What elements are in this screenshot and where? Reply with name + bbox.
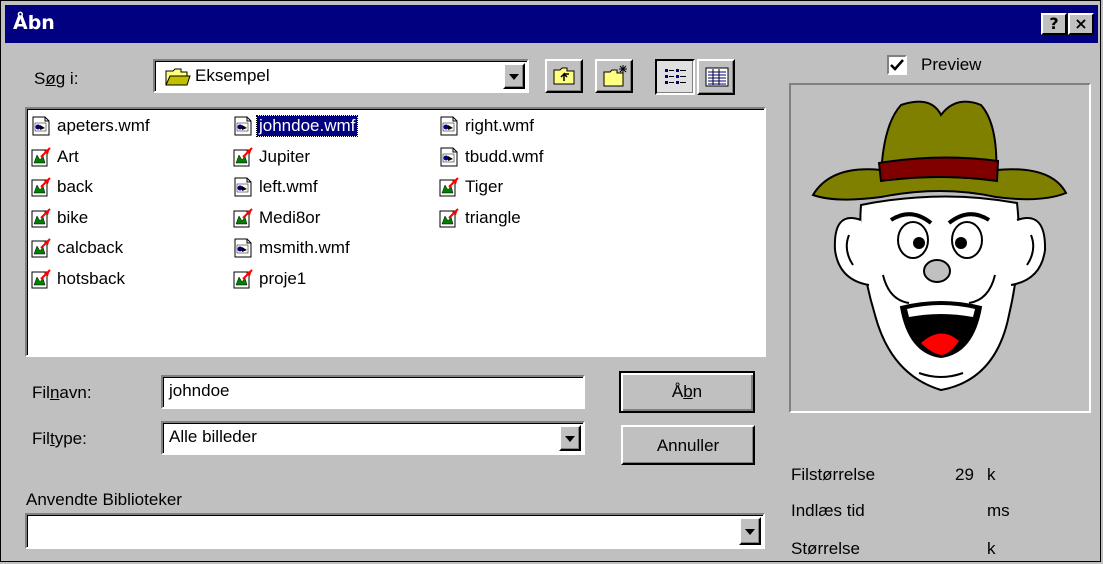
preview-pane [789, 83, 1091, 413]
picture-file-icon [31, 207, 51, 228]
picture-file-icon [31, 238, 51, 258]
picture-file-icon [31, 268, 51, 289]
up-one-level-icon [553, 66, 577, 91]
size-unit: k [987, 539, 996, 558]
wmf-file-icon [233, 116, 253, 136]
file-name: tbudd.wmf [465, 146, 544, 166]
file-list-item[interactable]: hotsback [31, 266, 127, 292]
file-list[interactable]: apeters.wmf Art back bike calcback hotsback jo… [25, 107, 766, 357]
window-title: Åbn [13, 12, 55, 34]
file-name: right.wmf [465, 116, 534, 135]
list-view-icon [664, 67, 688, 92]
new-folder-icon [603, 64, 629, 93]
cancel-button-label: Annuller [656, 436, 720, 455]
picture-file-icon [31, 177, 51, 197]
picture-file-icon [439, 177, 459, 197]
picture-file-icon [233, 146, 253, 167]
filename-label: Filnavn: [32, 383, 92, 402]
filetype-combobox[interactable]: Alle billeder [161, 421, 585, 455]
file-list-item[interactable]: Medi8or [233, 205, 322, 231]
file-name: msmith.wmf [259, 238, 350, 257]
wmf-file-icon [31, 116, 51, 136]
title-bar[interactable]: Åbn ? × [5, 5, 1098, 43]
file-name: hotsback [57, 268, 126, 288]
open-button-label: Åbn [671, 382, 703, 401]
lookin-combobox[interactable]: Eksempel [153, 59, 529, 93]
wmf-file-icon [439, 147, 459, 167]
cartoon-man-image [811, 100, 1068, 392]
file-name: Jupiter [259, 146, 311, 166]
file-name: proje1 [259, 268, 307, 288]
file-name: Tiger [465, 177, 504, 196]
file-list-item[interactable]: msmith.wmf [233, 235, 352, 261]
open-dialog: Åbn ? × Søg i: Eksempel apeters.wmf Art … [0, 0, 1101, 562]
file-list-item[interactable]: Jupiter [233, 144, 312, 170]
file-list-item[interactable]: right.wmf [439, 113, 536, 139]
file-list-item[interactable]: Art [31, 144, 81, 170]
file-list-item[interactable]: Tiger [439, 174, 505, 200]
filetype-value: Alle billeder [169, 427, 257, 446]
close-button[interactable]: × [1068, 13, 1094, 35]
lookin-value: Eksempel [195, 66, 270, 85]
file-name: triangle [465, 207, 521, 227]
loadtime-unit: ms [987, 501, 1010, 520]
up-one-level-button[interactable] [545, 59, 583, 93]
wmf-file-icon [233, 177, 253, 197]
libraries-combobox[interactable] [25, 513, 765, 549]
picture-file-icon [233, 207, 253, 228]
file-list-item[interactable]: left.wmf [233, 174, 320, 200]
picture-file-icon [439, 207, 459, 228]
file-list-item[interactable]: tbudd.wmf [439, 144, 545, 170]
size-label: Størrelse [791, 539, 860, 558]
file-list-item[interactable]: back [31, 174, 95, 200]
filetype-label: Filtype: [32, 429, 87, 448]
file-list-item[interactable]: proje1 [233, 266, 308, 292]
file-list-item[interactable]: apeters.wmf [31, 113, 152, 139]
filesize-value: 29 [955, 465, 974, 484]
folder-open-icon [165, 67, 191, 86]
file-name: apeters.wmf [57, 116, 150, 135]
chevron-down-icon [509, 74, 519, 80]
libraries-label: Anvendte Biblioteker [26, 490, 182, 509]
lookin-dropdown-button[interactable] [503, 63, 525, 89]
preview-checkbox[interactable] [887, 55, 907, 75]
file-name: Medi8or [259, 207, 321, 227]
file-list-item[interactable]: calcback [31, 235, 125, 261]
chevron-down-icon [565, 436, 575, 442]
file-list-item[interactable]: johndoe.wmf [233, 113, 359, 139]
wmf-file-icon [233, 238, 253, 258]
help-button[interactable]: ? [1041, 13, 1067, 35]
chevron-down-icon [745, 529, 755, 535]
file-name: calcback [57, 238, 124, 257]
libraries-dropdown-button[interactable] [739, 517, 761, 545]
picture-file-icon [233, 268, 253, 289]
filename-field[interactable]: johndoe [161, 375, 585, 409]
filesize-label: Filstørrelse [791, 465, 876, 484]
picture-file-icon [31, 146, 51, 167]
lookin-label: Søg i: [34, 69, 79, 88]
preview-label: Preview [921, 55, 982, 74]
checkmark-icon [890, 59, 904, 71]
open-button[interactable]: Åbn [619, 371, 755, 413]
filetype-dropdown-button[interactable] [559, 425, 581, 451]
file-list-item[interactable]: triangle [439, 205, 523, 231]
wmf-file-icon [439, 116, 459, 136]
list-view-button[interactable] [655, 59, 695, 95]
details-view-button[interactable] [697, 59, 735, 95]
filename-value: johndoe [169, 381, 230, 400]
file-name: left.wmf [259, 177, 318, 196]
cancel-button[interactable]: Annuller [621, 425, 755, 465]
file-list-item[interactable]: bike [31, 205, 90, 231]
loadtime-label: Indlæs tid [791, 501, 865, 520]
file-name: back [57, 177, 93, 196]
file-name: bike [57, 207, 89, 227]
filesize-unit: k [987, 465, 996, 484]
new-folder-button[interactable] [595, 59, 633, 93]
file-name: Art [57, 146, 79, 166]
details-view-icon [705, 67, 729, 92]
file-name: johndoe.wmf [255, 115, 359, 137]
